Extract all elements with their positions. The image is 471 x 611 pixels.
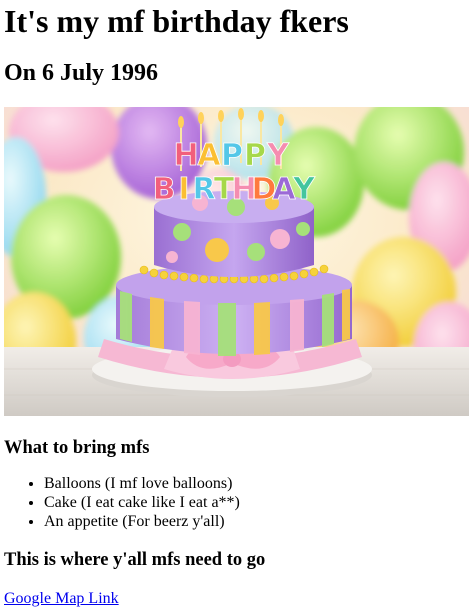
google-map-link[interactable]: Google Map Link xyxy=(4,589,119,608)
date-subtitle: On 6 July 1996 xyxy=(4,60,159,86)
bring-heading: What to bring mfs xyxy=(4,438,150,458)
list-item: Cake (I eat cake like I eat a**) xyxy=(44,493,240,512)
topper-letter: R xyxy=(192,172,215,207)
topper-letter: H xyxy=(173,138,198,173)
location-heading: This is where y'all mfs need to go xyxy=(4,550,266,570)
page: It's my mf birthday fkers On 6 July 1996 xyxy=(0,0,471,611)
topper-letter: B xyxy=(153,172,176,207)
list-item: Balloons (I mf love balloons) xyxy=(44,474,240,493)
page-title: It's my mf birthday fkers xyxy=(4,3,349,39)
topper-letter: I xyxy=(178,172,189,207)
topper-letter: P xyxy=(221,138,243,173)
happy-topper-text: HA P P Y xyxy=(173,138,290,174)
topper-letter: P xyxy=(244,138,266,173)
topper-letter: Y xyxy=(292,172,316,207)
topper-letter: Y xyxy=(266,138,290,173)
list-item: An appetite (For beerz y'all) xyxy=(44,512,240,531)
topper-letter: A xyxy=(197,138,221,173)
bring-list: Balloons (I mf love balloons) Cake (I ea… xyxy=(4,474,240,531)
birthday-cake-image: HA P P Y B I RTHDAY xyxy=(4,107,469,416)
